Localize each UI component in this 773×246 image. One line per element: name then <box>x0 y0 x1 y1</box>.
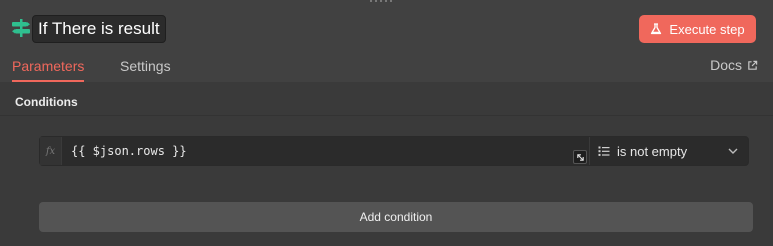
conditions-heading: Conditions <box>15 95 78 109</box>
flask-icon <box>651 23 662 35</box>
fx-icon: fx <box>40 137 62 165</box>
tab-settings[interactable]: Settings <box>120 48 171 82</box>
add-condition-button[interactable]: Add condition <box>39 202 753 232</box>
docs-label: Docs <box>710 57 742 73</box>
condition-row: fx {{ $json.rows }} is not empty <box>39 136 749 166</box>
external-link-icon <box>748 60 758 70</box>
parameters-panel: Conditions fx {{ $json.rows }} is not em… <box>0 82 773 246</box>
node-title[interactable]: If There is result <box>32 15 166 43</box>
execute-step-button[interactable]: Execute step <box>639 15 756 43</box>
operator-value: is not empty <box>617 143 688 159</box>
node-header: If There is result Execute step <box>0 12 773 46</box>
expand-icon[interactable] <box>573 150 587 164</box>
expression-value: {{ $json.rows }} <box>71 144 187 158</box>
tab-bar: Parameters Settings Docs <box>0 48 773 82</box>
operator-select[interactable]: is not empty <box>590 137 748 165</box>
signpost-icon <box>10 17 32 39</box>
chevron-down-icon <box>728 148 738 154</box>
expression-input[interactable]: {{ $json.rows }} <box>62 137 590 165</box>
divider <box>0 115 773 116</box>
tab-parameters[interactable]: Parameters <box>12 48 85 82</box>
execute-step-label: Execute step <box>669 21 745 37</box>
list-icon <box>598 146 610 156</box>
docs-link[interactable]: Docs <box>710 48 758 82</box>
drag-handle[interactable] <box>370 0 392 2</box>
